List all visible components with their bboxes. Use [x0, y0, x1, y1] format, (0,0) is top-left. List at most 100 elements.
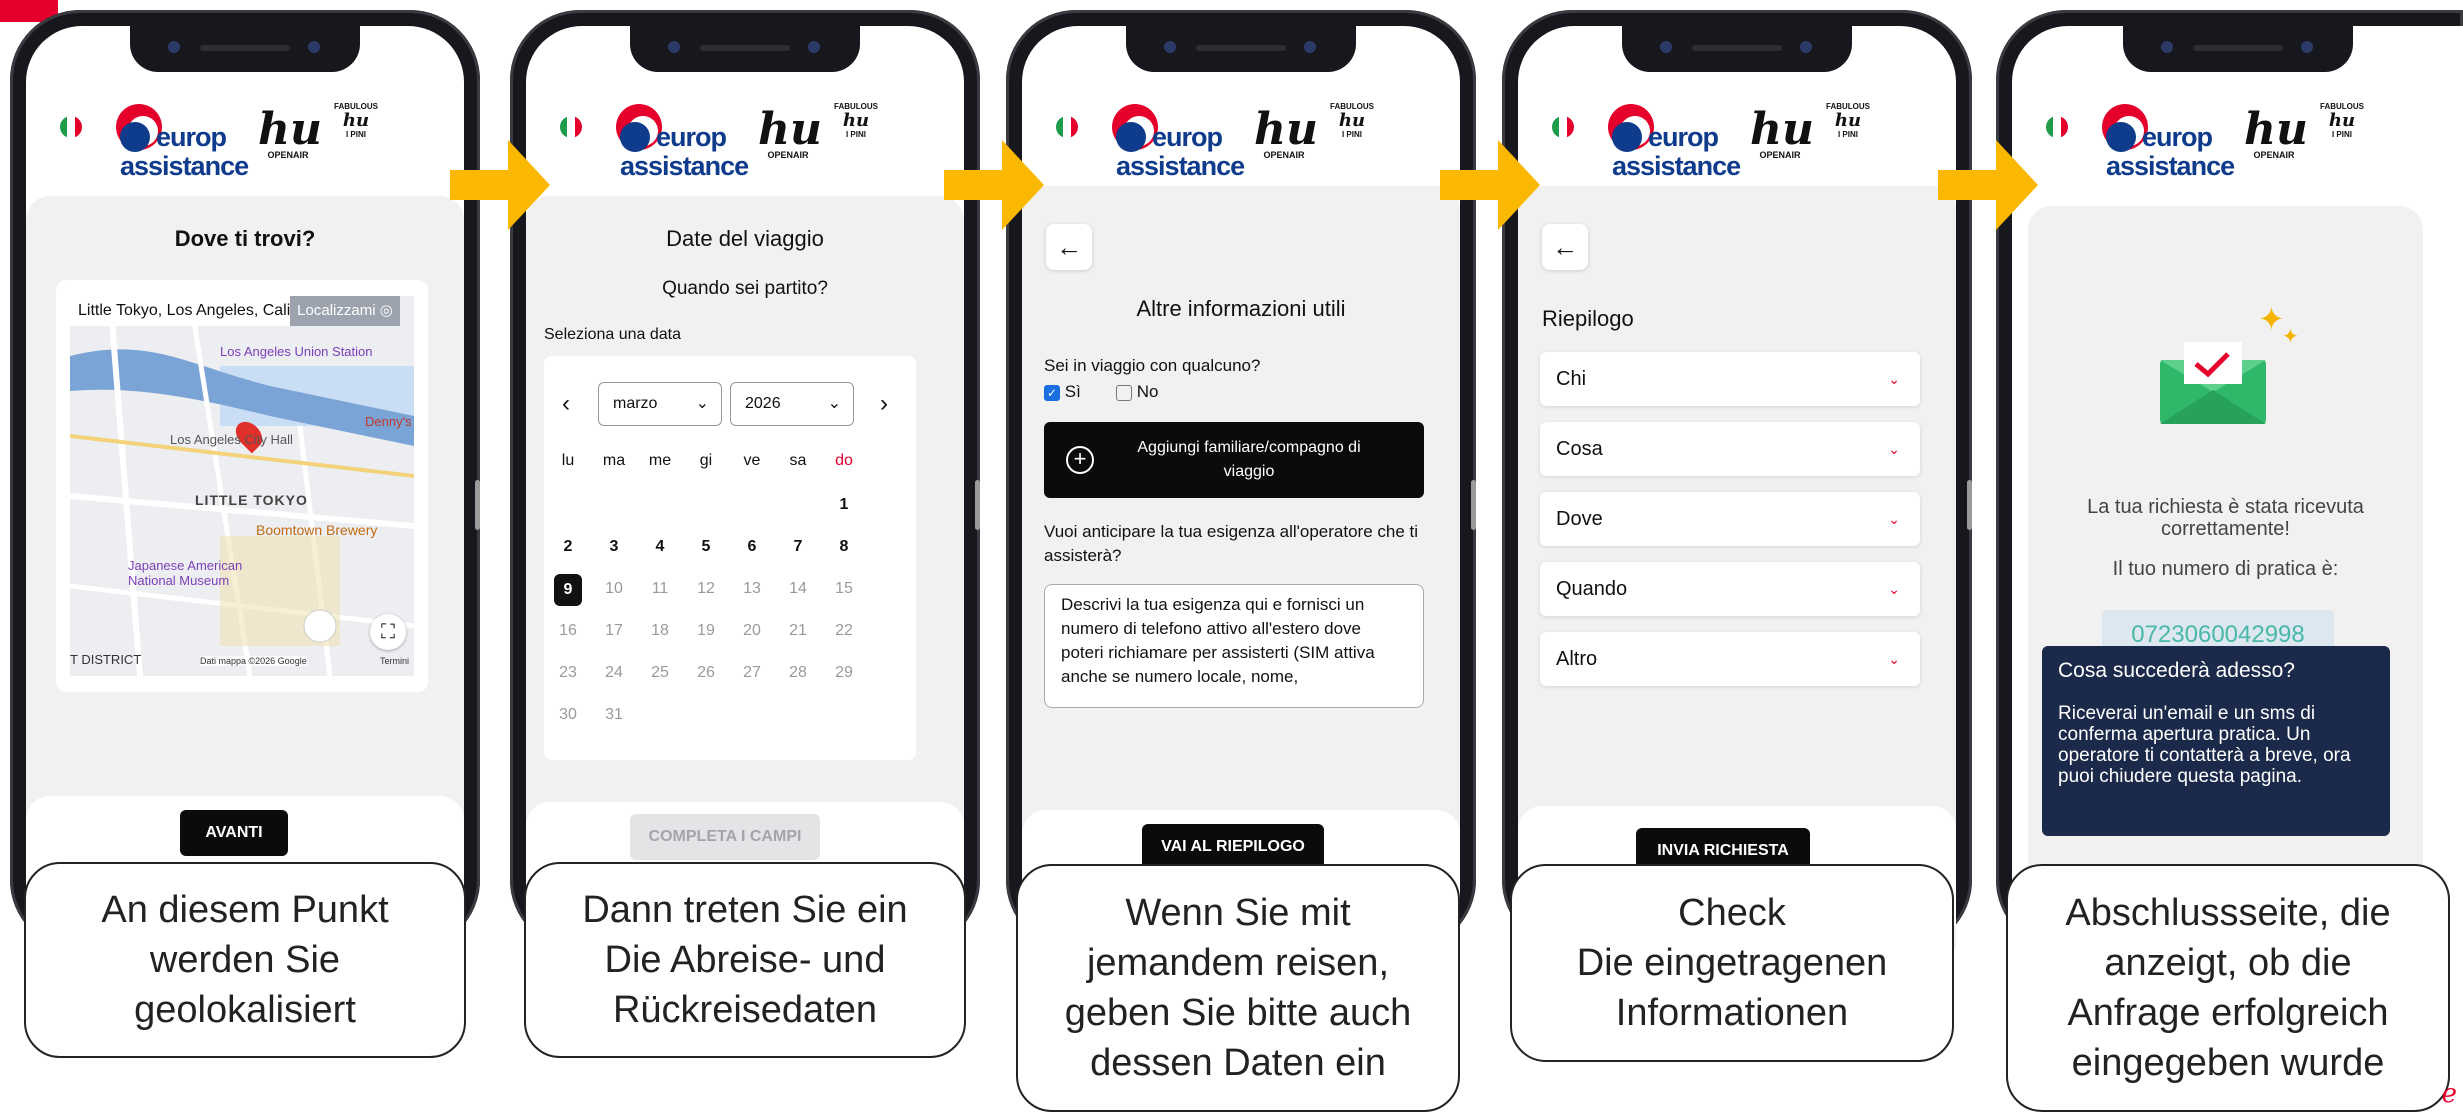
no-option[interactable]: No	[1116, 382, 1158, 402]
next-steps-card: Cosa succederà adesso? Riceverai un'emai…	[2042, 646, 2390, 836]
summary-item-dove[interactable]: Dove ⌄	[1540, 492, 1920, 546]
chevron-down-icon: ⌄	[1888, 441, 1900, 457]
fullscreen-icon[interactable]: ⛶	[370, 614, 406, 650]
italian-flag-icon[interactable]	[1056, 116, 1078, 138]
prev-month-icon[interactable]: ‹	[562, 390, 570, 418]
map-terms-link[interactable]: Termini	[380, 656, 409, 666]
ipini-text: I PINI	[2331, 130, 2352, 139]
caption-step-2: Dann treten Sie ein Die Abreise- und Rüc…	[524, 862, 966, 1058]
map-card: Los Angeles Union Station Denny's Los An…	[56, 280, 428, 692]
calendar-day[interactable]: 31	[594, 706, 634, 724]
travel-question: Sei in viaggio con qualcuno?	[1044, 356, 1261, 375]
chevron-down-icon: ⌄	[1888, 581, 1900, 597]
calendar-day[interactable]: 18	[640, 622, 680, 640]
calendar-day[interactable]: 22	[824, 622, 864, 640]
fabulous-logo: FABULOUS hu I PINI	[826, 102, 886, 140]
fabulous-hu-text: hu	[842, 110, 870, 131]
checkbox-unchecked-icon	[1116, 384, 1132, 401]
calendar-day[interactable]: 19	[686, 622, 726, 640]
summary-item-label: Altro	[1556, 648, 1598, 670]
back-arrow-icon[interactable]: ←	[1542, 224, 1588, 270]
brand-corner-e: e	[2441, 1079, 2457, 1109]
logo-text-top: europ	[1152, 122, 1223, 152]
hu-openair-logo: hu OPENAIR	[258, 108, 322, 161]
italian-flag-icon[interactable]	[1552, 116, 1574, 138]
yes-option[interactable]: ✓ Sì	[1044, 382, 1081, 402]
phone-notch	[1126, 26, 1356, 72]
hu-logo-text: hu	[758, 104, 822, 155]
calendar-day[interactable]: 14	[778, 580, 818, 598]
summary-item-altro[interactable]: Altro ⌄	[1540, 632, 1920, 686]
add-companion-button[interactable]: + Aggiungi familiare/compagno di viaggio	[1044, 422, 1424, 498]
calendar-day[interactable]: 21	[778, 622, 818, 640]
calendar-day[interactable]: 12	[686, 580, 726, 598]
calendar-day[interactable]: 13	[732, 580, 772, 598]
calendar-day[interactable]: 3	[594, 538, 634, 556]
fabulous-logo: FABULOUS hu I PINI	[2312, 102, 2372, 140]
logo-text-top: europ	[1648, 122, 1719, 152]
avanti-button[interactable]: AVANTI	[180, 810, 288, 856]
map-attribution: Dati mappa ©2026 Google	[200, 656, 307, 666]
chevron-down-icon: ⌄	[695, 395, 709, 412]
phone-notch	[630, 26, 860, 72]
ipini-text: I PINI	[1341, 130, 1362, 139]
date-select-label: Seleziona una data	[544, 326, 681, 343]
anticipate-question: Vuoi anticipare la tua esigenza all'oper…	[1044, 522, 1419, 565]
calendar-day[interactable]: 5	[686, 538, 726, 556]
back-arrow-icon[interactable]: ←	[1046, 224, 1092, 270]
flow-arrow-icon	[944, 140, 1044, 230]
calendar-day[interactable]: 30	[548, 706, 588, 724]
calendar-day[interactable]: 17	[594, 622, 634, 640]
calendar-day[interactable]: 11	[640, 580, 680, 598]
calendar-day[interactable]: 1	[824, 496, 864, 514]
needs-textarea[interactable]: Descrivi la tua esigenza qui e fornisci …	[1044, 584, 1424, 708]
next-month-icon[interactable]: ›	[880, 390, 888, 418]
summary-item-label: Quando	[1556, 578, 1628, 600]
calendar-day[interactable]: 28	[778, 664, 818, 682]
year-select[interactable]: 2026 ⌄	[730, 382, 854, 426]
page-title: Altre informazioni utili	[1136, 296, 1346, 321]
month-select[interactable]: marzo ⌄	[598, 382, 722, 426]
calendar-day[interactable]: 20	[732, 622, 772, 640]
calendar-day[interactable]: 7	[778, 538, 818, 556]
calendar-day[interactable]: 29	[824, 664, 864, 682]
calendar-day[interactable]: 24	[594, 664, 634, 682]
italian-flag-icon[interactable]	[560, 116, 582, 138]
calendar-day[interactable]: 26	[686, 664, 726, 682]
page-title: Riepilogo	[1542, 306, 1634, 331]
calendar-day[interactable]: 9	[554, 574, 582, 606]
summary-item-chi[interactable]: Chi ⌄	[1540, 352, 1920, 406]
map-view[interactable]: Los Angeles Union Station Denny's Los An…	[70, 296, 414, 676]
fabulous-hu-text: hu	[1338, 110, 1366, 131]
summary-item-cosa[interactable]: Cosa ⌄	[1540, 422, 1920, 476]
success-message: La tua richiesta è stata ricevuta corret…	[2087, 496, 2364, 540]
app-header: europ assistance hu OPENAIR FABULOUS hu I PI…	[1518, 80, 1956, 236]
complete-fields-button[interactable]: COMPLETA I CAMPI	[630, 814, 820, 860]
calendar-day[interactable]: 16	[548, 622, 588, 640]
content-panel: Dove ti trovi? Los Angeles Union Station…	[26, 196, 464, 950]
calendar-day[interactable]: 8	[824, 538, 864, 556]
calendar-day[interactable]: 4	[640, 538, 680, 556]
italian-flag-icon[interactable]	[60, 116, 82, 138]
calendar-day[interactable]: 25	[640, 664, 680, 682]
map-label-museum: Japanese American National Museum	[128, 558, 243, 588]
phone-side-button	[975, 480, 980, 530]
ipini-text: I PINI	[345, 130, 366, 139]
chevron-down-icon: ⌄	[1888, 651, 1900, 667]
phone-side-button	[1471, 480, 1476, 530]
logo-text-top: europ	[656, 122, 727, 152]
no-label: No	[1136, 382, 1159, 401]
hu-logo-text: hu	[2244, 104, 2308, 155]
locate-me-button[interactable]: Localizzami ◎	[290, 296, 400, 326]
summary-item-quando[interactable]: Quando ⌄	[1540, 562, 1920, 616]
calendar-day[interactable]: 27	[732, 664, 772, 682]
calendar-day[interactable]: 15	[824, 580, 864, 598]
calendar-day[interactable]: 10	[594, 580, 634, 598]
europ-assistance-logo: europ assistance	[116, 104, 249, 184]
calendar-day[interactable]: 23	[548, 664, 588, 682]
app-header: europ assistance hu OPENAIR FABULOUS hu I PI…	[2012, 80, 2463, 200]
italian-flag-icon[interactable]	[2046, 116, 2068, 138]
calendar-day[interactable]: 2	[548, 538, 588, 556]
calendar-day[interactable]: 6	[732, 538, 772, 556]
phone-notch	[1622, 26, 1852, 72]
